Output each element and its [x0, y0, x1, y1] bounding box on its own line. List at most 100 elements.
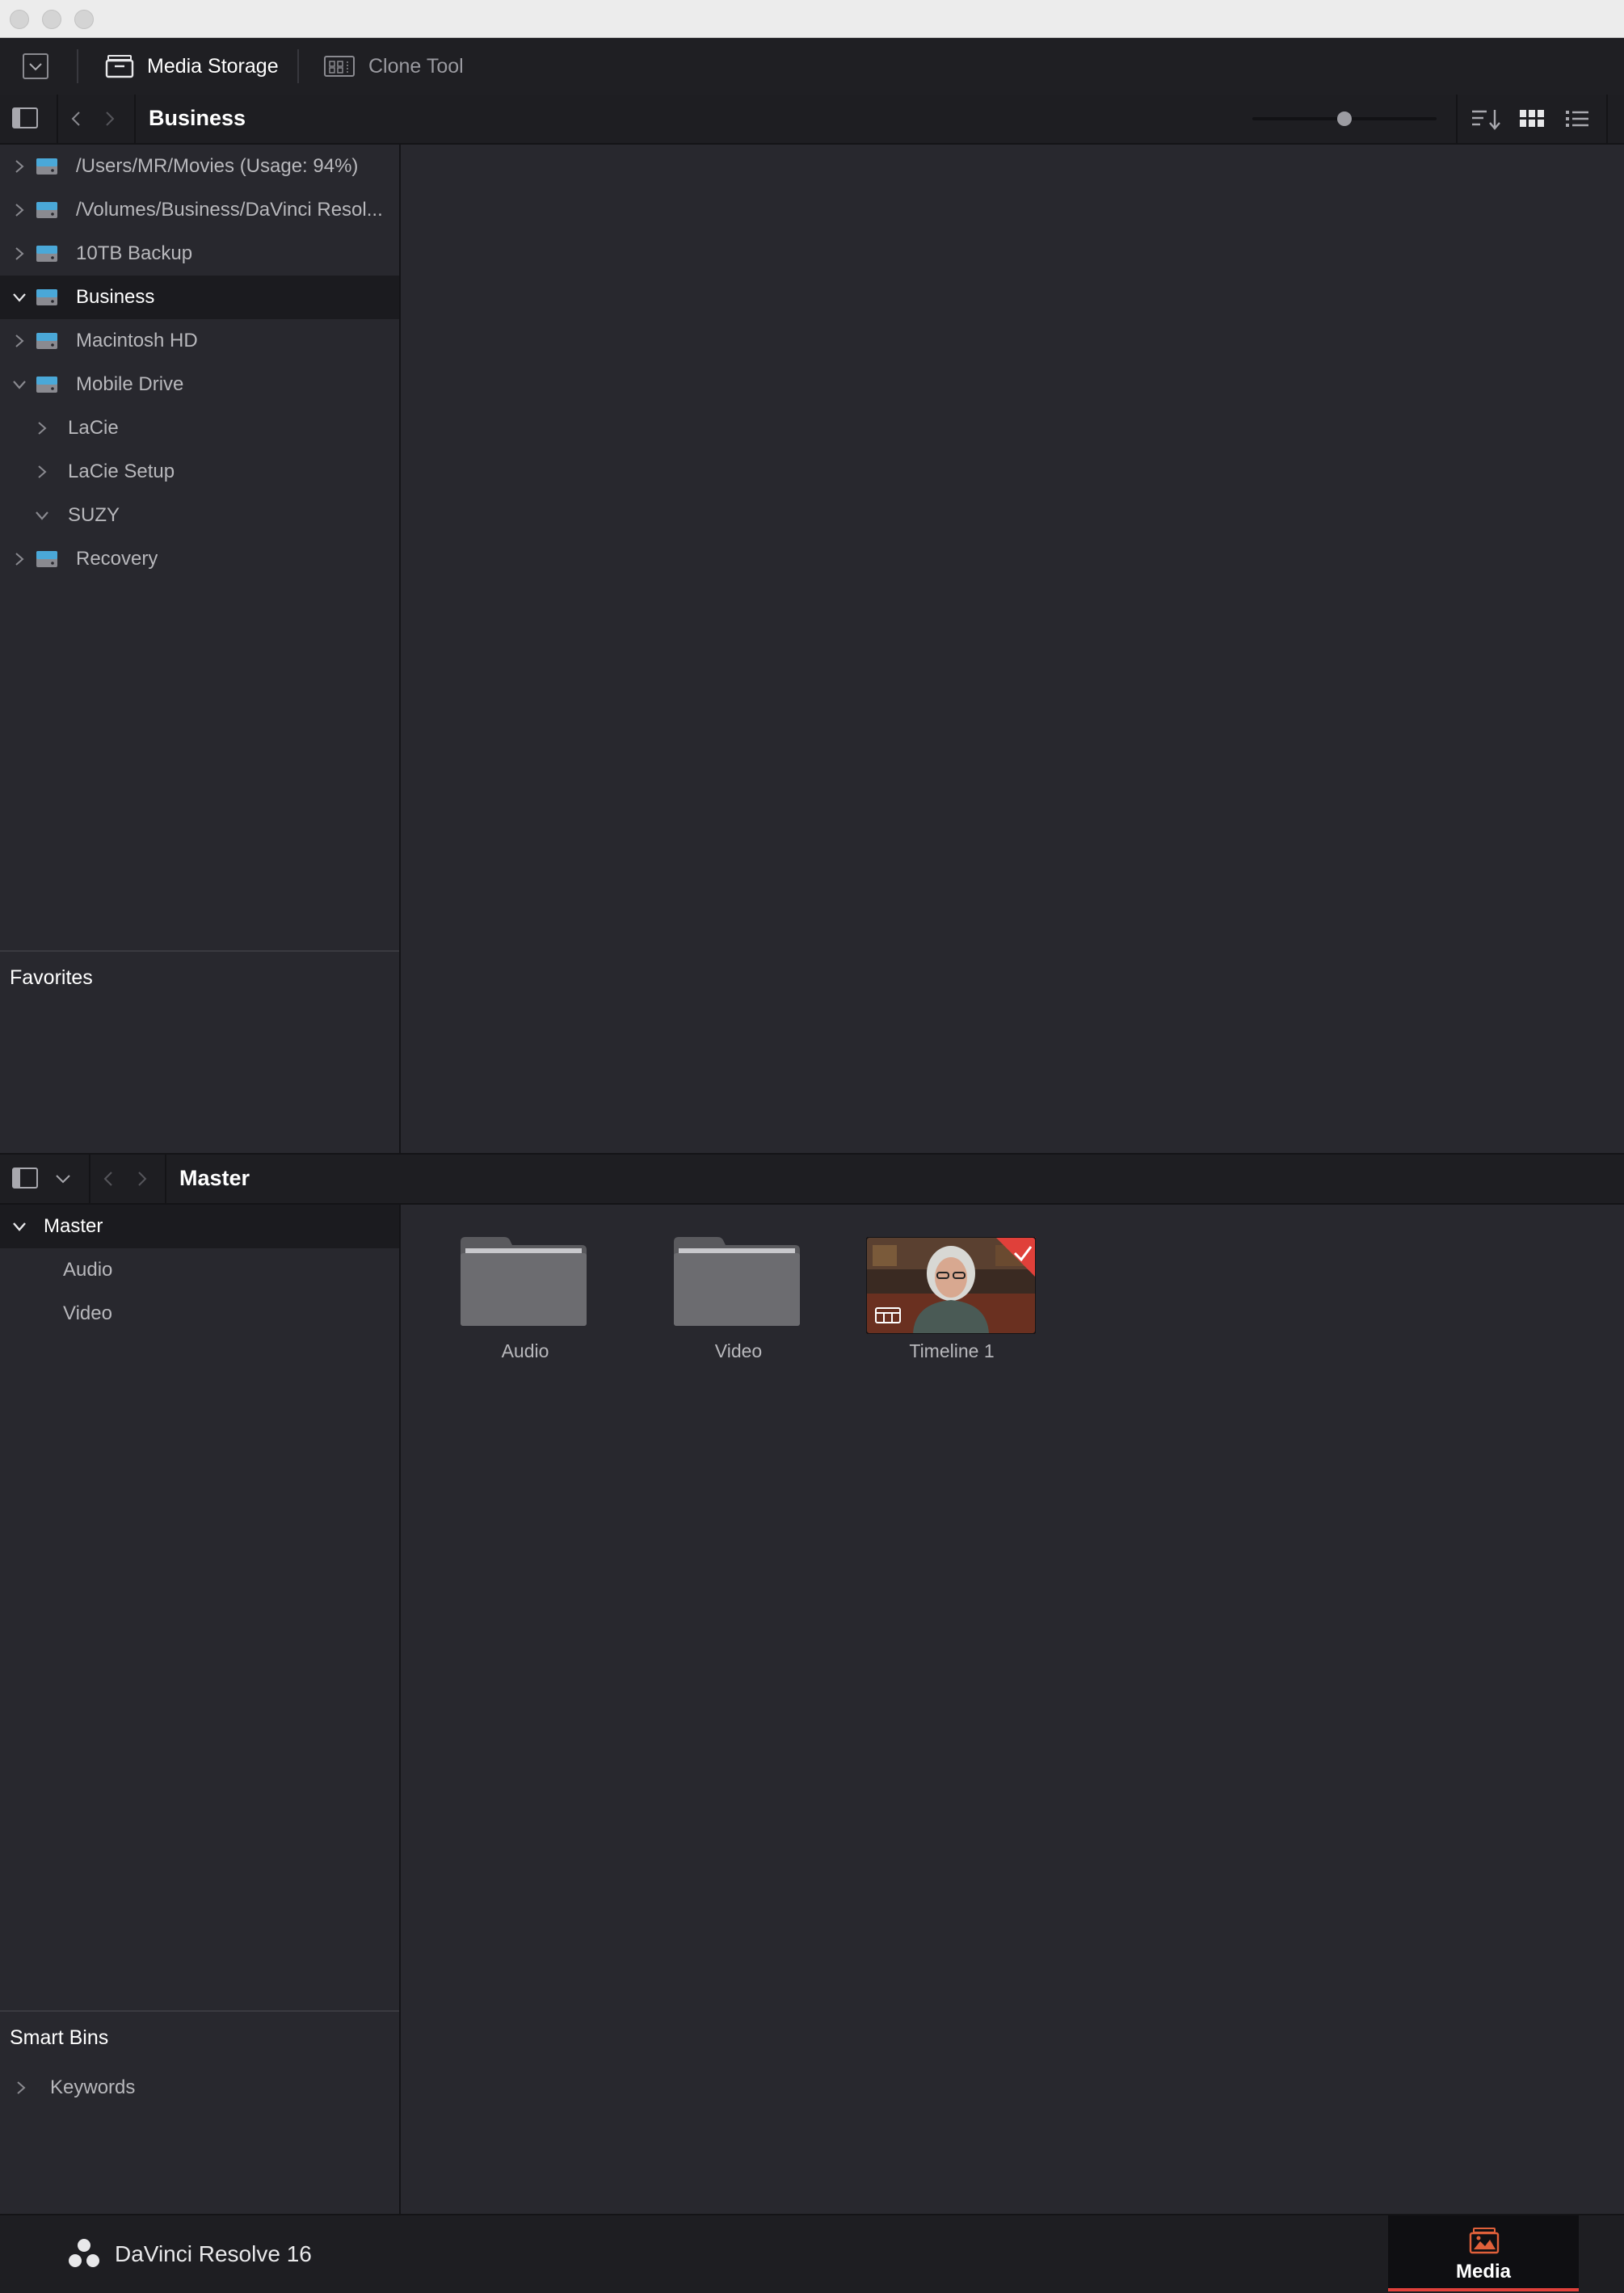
- nav-divider: [1456, 95, 1458, 143]
- clone-tool-tab[interactable]: Clone Tool: [323, 38, 464, 95]
- media-storage-label: Media Storage: [147, 54, 279, 78]
- chevron-right-icon[interactable]: [8, 155, 31, 178]
- media-storage-tab[interactable]: Media Storage: [105, 38, 279, 95]
- storage-tree-item[interactable]: Business: [0, 276, 399, 319]
- media-item-label: Video: [714, 1340, 763, 1361]
- forward-button[interactable]: [102, 109, 118, 133]
- active-tab-indicator: [1388, 2288, 1579, 2291]
- bin-label: Audio: [63, 1259, 113, 1281]
- favorites-header: Favorites: [10, 966, 93, 989]
- zoom-window-button[interactable]: [74, 10, 94, 29]
- storage-browser-area[interactable]: [401, 145, 1624, 1153]
- storage-tree-item[interactable]: /Users/MR/Movies (Usage: 94%): [0, 145, 399, 188]
- storage-tree-item[interactable]: SUZY: [0, 494, 399, 537]
- grid-view-icon: [1520, 110, 1544, 127]
- storage-tree-label: /Volumes/Business/DaVinci Resol...: [76, 199, 383, 221]
- bin-forward-button[interactable]: [134, 1169, 150, 1193]
- bin-item-master[interactable]: Master: [0, 1205, 399, 1248]
- chevron-down-icon[interactable]: [31, 504, 53, 527]
- chevron-right-icon[interactable]: [8, 330, 31, 352]
- hard-drive-icon: [36, 200, 58, 220]
- current-bin-title: Master: [179, 1166, 250, 1190]
- bin-list-panel: Master Audio Video Smart Bins Keywords: [0, 1205, 401, 2214]
- panel-divider: [0, 950, 399, 952]
- nav-divider: [1606, 95, 1608, 143]
- clone-tool-icon: [324, 56, 355, 77]
- hard-drive-icon: [36, 331, 58, 351]
- timeline-thumbnail: [866, 1237, 1036, 1334]
- hard-drive-icon: [36, 288, 58, 307]
- nav-divider: [57, 95, 58, 143]
- media-pool-area[interactable]: Audio Video Timeline 1: [401, 1205, 1624, 2214]
- storage-tree-item[interactable]: Recovery: [0, 537, 399, 581]
- smart-bin-label: Keywords: [50, 2076, 136, 2098]
- davinci-logo-icon: [68, 2238, 100, 2273]
- storage-tree-item[interactable]: LaCie Setup: [0, 450, 399, 494]
- nav-divider: [134, 95, 136, 143]
- media-item-label: Timeline 1: [909, 1340, 995, 1361]
- smart-bin-item-keywords[interactable]: Keywords: [0, 2066, 399, 2110]
- folder-icon: [674, 1237, 800, 1326]
- storage-tree-label: LaCie: [68, 417, 119, 439]
- media-pool-nav-bar: Master: [0, 1155, 1624, 1205]
- chevron-right-icon[interactable]: [8, 199, 31, 221]
- storage-tree-item[interactable]: LaCie: [0, 406, 399, 450]
- bin-label: Master: [44, 1215, 103, 1237]
- bin-list-toggle-button[interactable]: [11, 1166, 39, 1194]
- bin-item-video[interactable]: Video: [0, 1292, 399, 1336]
- window-title-bar: [0, 0, 1624, 38]
- chevron-left-icon: [71, 111, 80, 126]
- close-window-button[interactable]: [10, 10, 29, 29]
- back-button[interactable]: [68, 109, 84, 133]
- storage-tree-label: Recovery: [76, 548, 158, 570]
- chevron-left-icon: [103, 1172, 112, 1186]
- storage-tree-item[interactable]: /Volumes/Business/DaVinci Resol...: [0, 188, 399, 232]
- storage-tree-item[interactable]: Macintosh HD: [0, 319, 399, 363]
- nav-divider: [165, 1155, 166, 1203]
- storage-tree-label: Mobile Drive: [76, 373, 184, 395]
- clone-tool-label: Clone Tool: [368, 54, 464, 78]
- app-name: DaVinci Resolve 16: [115, 2241, 312, 2266]
- storage-locations-panel: /Users/MR/Movies (Usage: 94%) /Volumes/Bu…: [0, 145, 401, 1153]
- hard-drive-icon: [36, 375, 58, 394]
- minimize-window-button[interactable]: [42, 10, 61, 29]
- storage-tree-label: Business: [76, 286, 155, 308]
- bin-options-button[interactable]: [53, 1171, 73, 1191]
- sort-button[interactable]: [1470, 107, 1503, 135]
- chevron-right-icon[interactable]: [8, 242, 31, 265]
- chevron-down-icon: [29, 63, 42, 71]
- media-page-tab[interactable]: Media: [1388, 2215, 1579, 2291]
- bottom-page-bar: DaVinci Resolve 16 Media: [0, 2214, 1624, 2293]
- bin-back-button[interactable]: [100, 1169, 116, 1193]
- storage-tree-label: 10TB Backup: [76, 242, 193, 264]
- folder-icon: [461, 1237, 587, 1326]
- grid-view-button[interactable]: [1519, 107, 1545, 134]
- sidebar-icon: [12, 107, 38, 128]
- chevron-down-icon[interactable]: [8, 286, 31, 309]
- list-view-icon: [1566, 111, 1588, 127]
- media-page-label: Media: [1455, 2261, 1511, 2282]
- hard-drive-icon: [36, 244, 58, 263]
- chevron-right-icon[interactable]: [10, 2076, 32, 2099]
- chevron-right-icon[interactable]: [31, 417, 53, 440]
- storage-tree-item[interactable]: Mobile Drive: [0, 363, 399, 406]
- panel-divider: [0, 2010, 399, 2012]
- storage-tree-item[interactable]: 10TB Backup: [0, 232, 399, 276]
- toolbar-divider: [77, 49, 78, 83]
- storage-tree-label: LaCie Setup: [68, 461, 175, 482]
- chevron-down-icon[interactable]: [8, 1215, 31, 1238]
- toolbar-divider: [297, 49, 299, 83]
- top-toolbar: Media Storage Clone Tool: [0, 38, 1624, 96]
- sidebar-toggle-button[interactable]: [11, 106, 39, 134]
- media-storage-nav-bar: Business: [0, 95, 1624, 145]
- hard-drive-icon: [36, 157, 58, 176]
- storage-tree-label: /Users/MR/Movies (Usage: 94%): [76, 155, 359, 177]
- bin-item-audio[interactable]: Audio: [0, 1248, 399, 1292]
- media-storage-icon: [105, 55, 134, 78]
- list-view-button[interactable]: [1564, 107, 1590, 134]
- slider-handle[interactable]: [1337, 111, 1352, 126]
- chevron-right-icon[interactable]: [31, 461, 53, 483]
- chevron-right-icon[interactable]: [8, 548, 31, 570]
- chevron-down-icon[interactable]: [8, 373, 31, 396]
- panel-menu-button[interactable]: [23, 53, 48, 79]
